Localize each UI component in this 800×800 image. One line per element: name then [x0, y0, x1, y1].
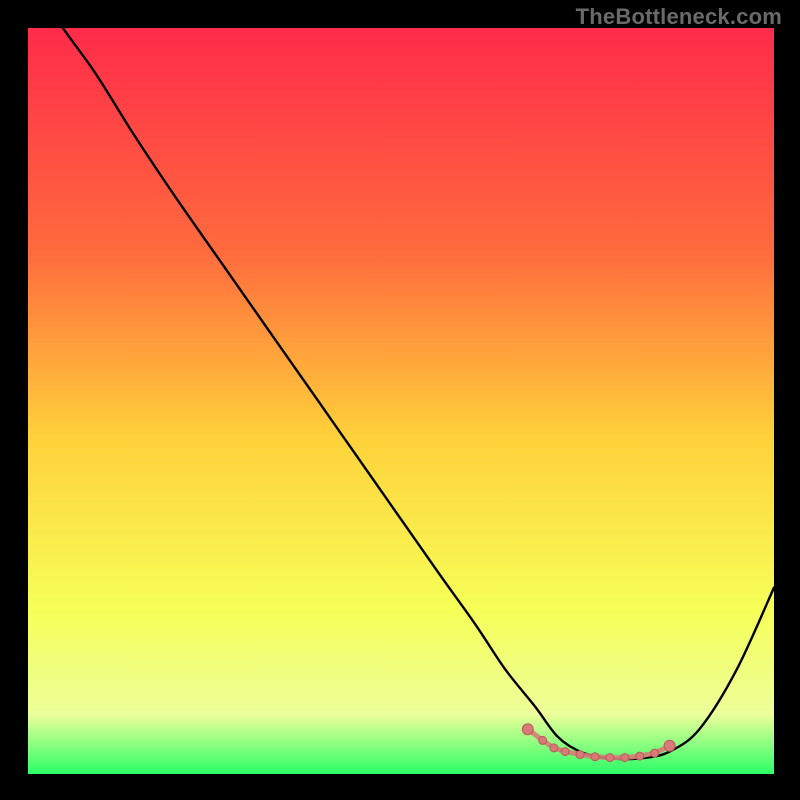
marker-point	[561, 748, 569, 756]
watermark-text: TheBottleneck.com	[576, 4, 782, 30]
marker-point	[606, 754, 614, 762]
marker-point	[651, 749, 659, 757]
chart-container: { "watermark": "TheBottleneck.com", "gra…	[0, 0, 800, 800]
marker-point	[522, 724, 533, 735]
marker-point	[539, 736, 547, 744]
marker-point	[636, 752, 644, 760]
plot-area	[28, 28, 774, 774]
marker-point	[550, 744, 558, 752]
marker-point	[576, 751, 584, 759]
marker-point	[591, 753, 599, 761]
gradient-background	[28, 28, 774, 774]
marker-point	[621, 754, 629, 762]
marker-point	[664, 740, 675, 751]
chart-svg	[28, 28, 774, 774]
